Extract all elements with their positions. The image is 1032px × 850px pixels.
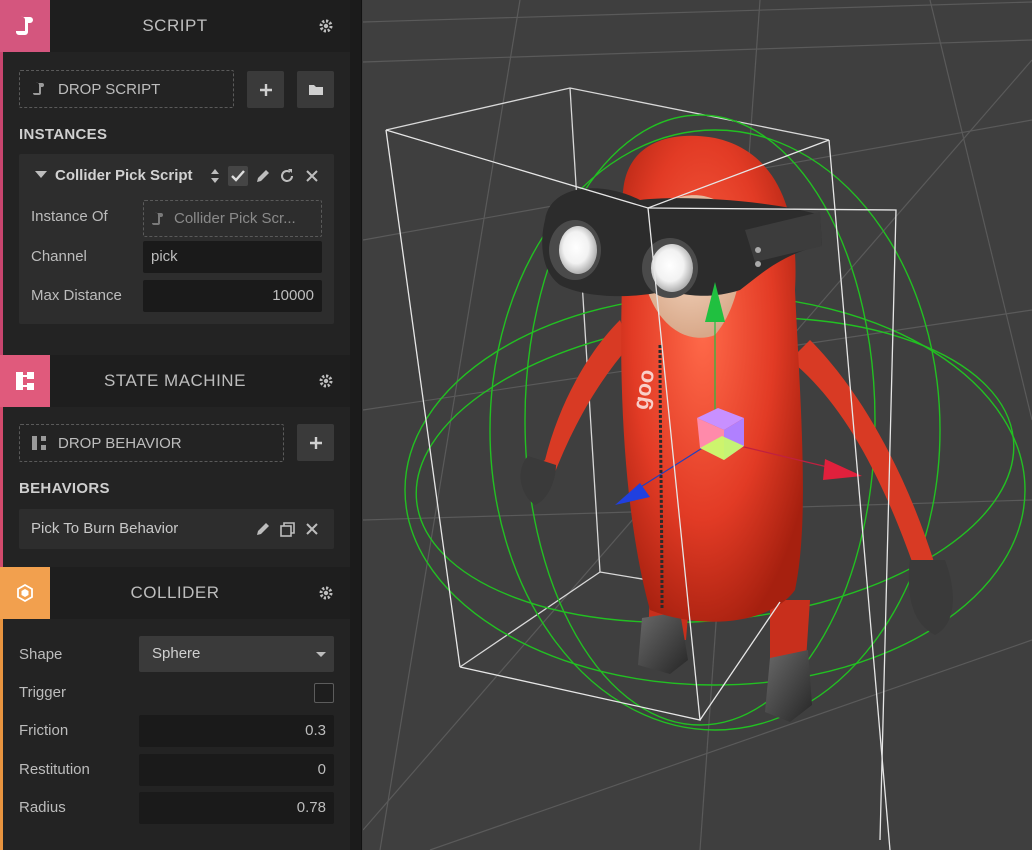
collapse-caret-icon[interactable]	[35, 171, 47, 179]
3d-viewport[interactable]: goo	[363, 0, 1032, 850]
behavior-icon	[30, 434, 48, 452]
add-script-button[interactable]	[247, 71, 284, 108]
collider-accent-bar	[0, 618, 3, 850]
folder-icon	[308, 85, 323, 95]
behavior-name: Pick To Burn Behavior	[31, 520, 179, 537]
instance-of-label: Instance Of	[31, 208, 108, 225]
chevron-down-icon	[316, 652, 326, 657]
gear-icon[interactable]	[318, 373, 334, 389]
behaviors-title: BEHAVIORS	[19, 480, 110, 497]
instance-of-value: Collider Pick Scr...	[174, 209, 296, 227]
radius-input[interactable]: 0.78	[139, 792, 334, 824]
right-glove	[908, 560, 953, 635]
max-distance-input[interactable]: 10000	[143, 280, 322, 312]
edit-pencil-icon[interactable]	[254, 520, 272, 538]
trigger-checkbox[interactable]	[314, 683, 334, 703]
inspector-panel: SCRIPT DROP SCRIPT INSTANCES Collider Pi…	[0, 0, 350, 850]
drop-behavior-label: DROP BEHAVIOR	[58, 434, 182, 452]
max-distance-label: Max Distance	[31, 287, 122, 304]
friction-input[interactable]: 0.3	[139, 715, 334, 747]
plus-icon	[259, 83, 272, 96]
radius-label: Radius	[19, 799, 66, 816]
left-boot	[638, 612, 688, 674]
drop-script-label: DROP SCRIPT	[58, 80, 161, 98]
shape-select[interactable]: Sphere	[139, 636, 334, 672]
channel-label: Channel	[31, 248, 87, 265]
trigger-label: Trigger	[19, 684, 66, 701]
edit-pencil-icon[interactable]	[254, 167, 272, 185]
script-icon	[0, 0, 50, 52]
collider-section-title: COLLIDER	[130, 583, 220, 602]
shape-label: Shape	[19, 646, 63, 663]
duplicate-icon[interactable]	[278, 520, 296, 538]
remove-close-icon[interactable]	[303, 520, 321, 538]
instance-name: Collider Pick Script	[55, 167, 193, 184]
state-machine-icon	[0, 355, 50, 407]
scene-canvas[interactable]: goo	[363, 0, 1032, 850]
friction-label: Friction	[19, 722, 69, 739]
drop-behavior-zone[interactable]: DROP BEHAVIOR	[19, 424, 284, 462]
collider-section-header[interactable]: COLLIDER	[0, 567, 350, 619]
script-file-icon	[30, 80, 48, 98]
reload-icon[interactable]	[278, 167, 296, 185]
channel-input[interactable]: pick	[143, 241, 322, 273]
gear-icon[interactable]	[318, 18, 334, 34]
left-glove	[520, 456, 556, 505]
enable-checkbox-icon[interactable]	[228, 166, 248, 186]
script-instance-card: Collider Pick Script Instance Of Collide…	[19, 154, 334, 324]
restitution-input[interactable]: 0	[139, 754, 334, 786]
plus-icon	[309, 436, 322, 449]
drop-script-zone[interactable]: DROP SCRIPT	[19, 70, 234, 108]
instances-title: INSTANCES	[19, 126, 108, 143]
right-boot	[765, 650, 812, 722]
open-script-folder-button[interactable]	[297, 71, 334, 108]
state-machine-accent-bar	[0, 405, 3, 568]
add-behavior-button[interactable]	[297, 424, 334, 461]
state-machine-section-title: STATE MACHINE	[104, 371, 246, 390]
collider-cube-icon	[0, 567, 50, 619]
script-section-header[interactable]: SCRIPT	[0, 0, 350, 52]
script-section-title: SCRIPT	[142, 16, 208, 35]
instance-of-field[interactable]: Collider Pick Scr...	[143, 200, 322, 237]
shape-value: Sphere	[152, 645, 201, 662]
gear-icon[interactable]	[318, 585, 334, 601]
panel-splitter[interactable]	[350, 0, 362, 850]
remove-close-icon[interactable]	[303, 167, 321, 185]
behavior-item[interactable]: Pick To Burn Behavior	[19, 509, 334, 549]
restitution-label: Restitution	[19, 761, 90, 778]
state-machine-section-header[interactable]: STATE MACHINE	[0, 355, 350, 407]
script-accent-bar	[0, 52, 3, 357]
script-file-icon	[152, 212, 164, 226]
reorder-icon[interactable]	[206, 167, 224, 185]
